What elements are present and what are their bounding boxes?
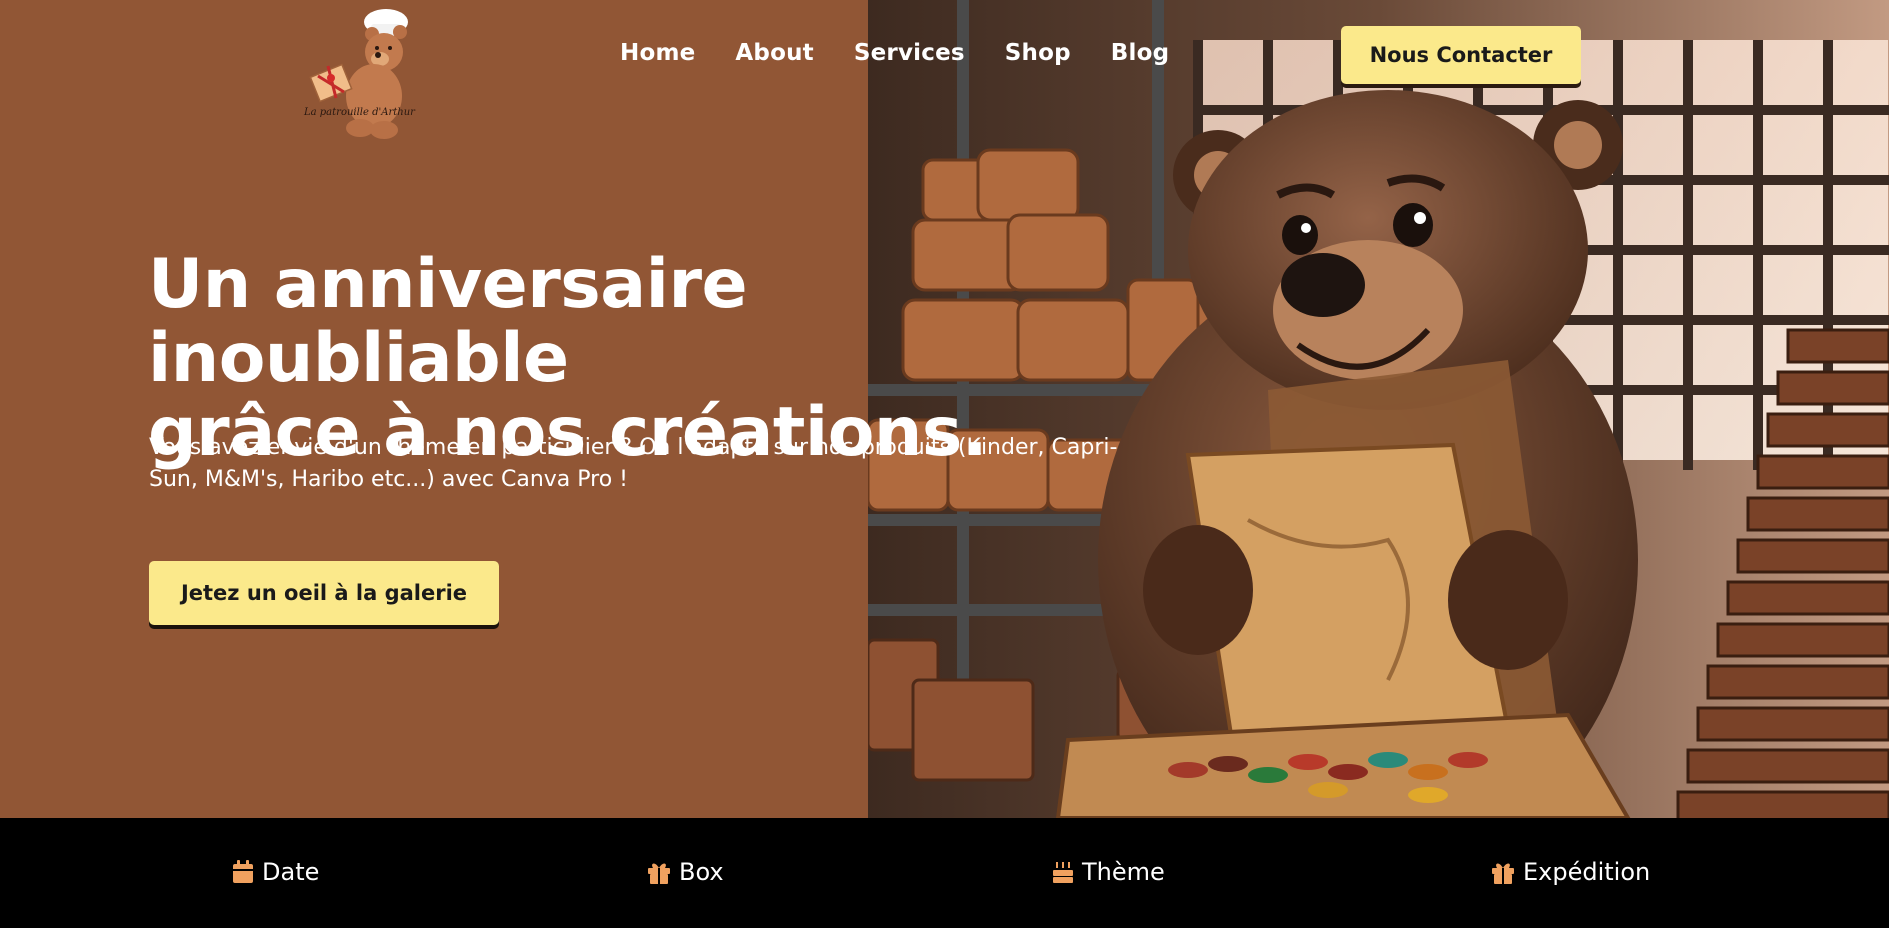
feature-shipping[interactable]: Expédition [1491, 858, 1650, 886]
feature-label: Date [262, 858, 320, 886]
gift-icon [1492, 863, 1514, 884]
feature-label: Thème [1082, 858, 1165, 886]
feature-label: Box [679, 858, 724, 886]
cake-icon [1053, 862, 1073, 883]
feature-bar: Date Box Thème Expédition [0, 818, 1889, 928]
hero-headline-line-1: Un anniversaire inoubliable [148, 245, 748, 398]
feature-box[interactable]: Box [647, 858, 724, 886]
hero-subtitle-line-1: Vous avez envie d'un thème en particulie… [149, 435, 1118, 460]
nav-item-home[interactable]: Home [620, 40, 695, 66]
hero-section: La patrouille d'Arthur Home About Servic… [0, 0, 1889, 818]
gallery-button[interactable]: Jetez un oeil à la galerie [149, 561, 499, 625]
feature-date[interactable]: Date [232, 858, 319, 886]
feature-label: Expédition [1523, 858, 1651, 886]
nav-item-shop[interactable]: Shop [1005, 40, 1071, 66]
main-nav: Home About Services Shop Blog [620, 40, 1169, 66]
feature-theme[interactable]: Thème [1052, 858, 1165, 886]
nav-item-services[interactable]: Services [854, 40, 965, 66]
contact-button[interactable]: Nous Contacter [1341, 26, 1581, 84]
svg-text:La patrouille d'Arthur: La patrouille d'Arthur [303, 107, 416, 118]
calendar-icon [233, 860, 253, 883]
hero-subtitle: Vous avez envie d'un thème en particulie… [149, 432, 1149, 496]
hero-subtitle-line-2: Sun, M&M's, Haribo etc...) avec Canva Pr… [149, 467, 628, 492]
nav-item-blog[interactable]: Blog [1111, 40, 1169, 66]
gift-icon [648, 863, 670, 884]
nav-item-about[interactable]: About [735, 40, 813, 66]
logo[interactable]: La patrouille d'Arthur [300, 4, 430, 140]
